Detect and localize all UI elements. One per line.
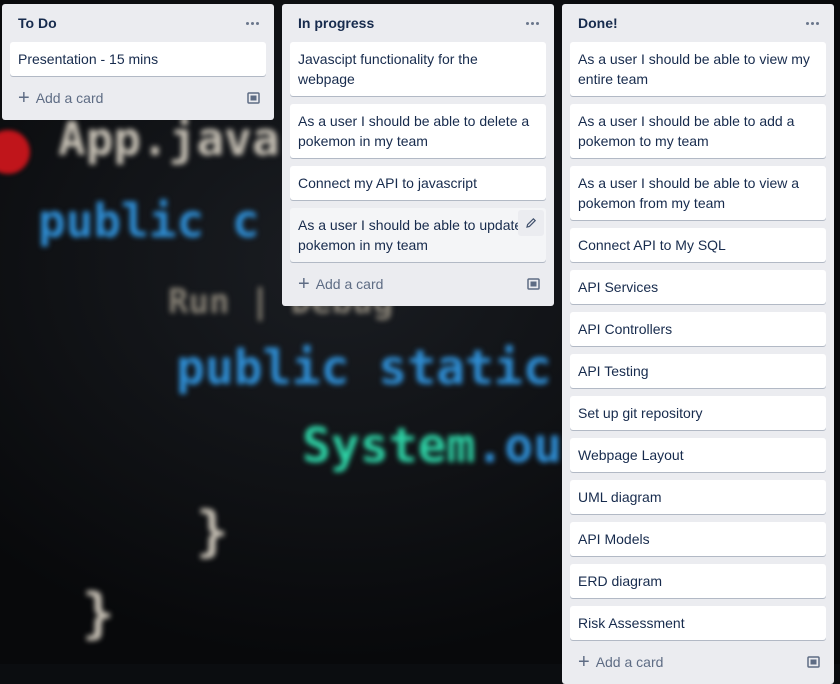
list-header: In progress [290, 4, 546, 42]
list-header: To Do [10, 4, 266, 42]
add-card-label: Add a card [35, 90, 104, 106]
card[interactable]: API Testing [570, 354, 826, 388]
add-card-row: + Add a card [290, 270, 546, 298]
card-template-icon[interactable] [242, 86, 266, 110]
bg-code-line2: public static [176, 340, 552, 396]
plus-icon: + [578, 651, 590, 673]
add-card-button[interactable]: + Add a card [578, 651, 664, 673]
list-todo: To Do Presentation - 15 mins + Add a car… [2, 4, 274, 120]
bg-code-line3: System.ou [302, 418, 563, 474]
card[interactable]: As a user I should be able to add a poke… [570, 104, 826, 158]
card[interactable]: As a user I should be able to delete a p… [290, 104, 546, 158]
more-horizontal-icon[interactable] [518, 11, 546, 35]
more-horizontal-icon[interactable] [238, 11, 266, 35]
list-done: Done! As a user I should be able to view… [562, 4, 834, 684]
bg-code-line1: public c [38, 194, 260, 248]
bg-code-brace2: } [82, 582, 115, 645]
add-card-row: + Add a card [570, 648, 826, 676]
error-dot-icon [0, 130, 30, 174]
card[interactable]: As a user I should be able to view my en… [570, 42, 826, 96]
add-card-row: + Add a card [10, 84, 266, 112]
card-template-icon[interactable] [522, 272, 546, 296]
card[interactable]: Presentation - 15 mins [10, 42, 266, 76]
card[interactable]: As a user I should be able to view a pok… [570, 166, 826, 220]
card-hovered[interactable]: As a user I should be able to update pok… [290, 208, 546, 262]
add-card-button[interactable]: + Add a card [18, 87, 104, 109]
more-horizontal-icon[interactable] [798, 11, 826, 35]
list-header: Done! [570, 4, 826, 42]
card[interactable]: Connect my API to javascript [290, 166, 546, 200]
plus-icon: + [298, 273, 310, 295]
card[interactable]: Webpage Layout [570, 438, 826, 472]
card[interactable]: UML diagram [570, 480, 826, 514]
card[interactable]: API Models [570, 522, 826, 556]
card[interactable]: ERD diagram [570, 564, 826, 598]
add-card-label: Add a card [595, 654, 664, 670]
card-template-icon[interactable] [802, 650, 826, 674]
card-text: As a user I should be able to update pok… [298, 217, 523, 253]
card[interactable]: Set up git repository [570, 396, 826, 430]
add-card-button[interactable]: + Add a card [298, 273, 384, 295]
card[interactable]: API Services [570, 270, 826, 304]
list-title[interactable]: To Do [18, 15, 57, 31]
card[interactable]: API Controllers [570, 312, 826, 346]
list-title[interactable]: In progress [298, 15, 374, 31]
list-in-progress: In progress Javascipt functionality for … [282, 4, 554, 306]
card[interactable]: Risk Assessment [570, 606, 826, 640]
plus-icon: + [18, 87, 30, 109]
list-title[interactable]: Done! [578, 15, 618, 31]
pencil-icon[interactable] [518, 210, 544, 236]
bg-code-app: App.java [58, 112, 280, 166]
bg-code-brace1: } [196, 500, 229, 563]
card[interactable]: Connect API to My SQL [570, 228, 826, 262]
add-card-label: Add a card [315, 276, 384, 292]
card[interactable]: Javascipt functionality for the webpage [290, 42, 546, 96]
